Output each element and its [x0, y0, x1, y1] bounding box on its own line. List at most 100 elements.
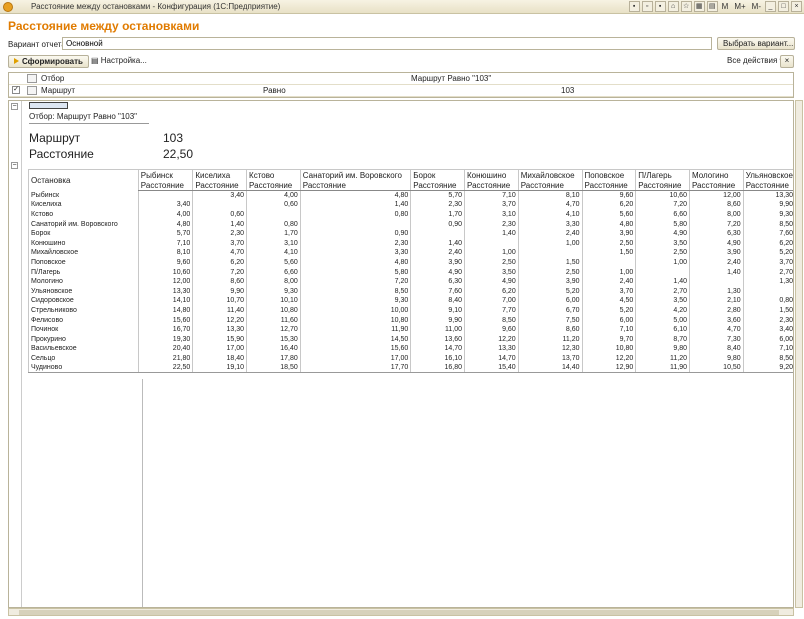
filter-checkbox[interactable]: ✓ [12, 86, 20, 94]
distance-cell: 4,90 [635, 228, 690, 239]
table-row[interactable]: Фелисово 15,60 12,20 11,60 10,80 9,90 8,50 7,50… [28, 315, 793, 325]
filter-value[interactable]: 103 [561, 86, 574, 95]
column-subheader: Расстояние [410, 180, 465, 191]
distance-cell: 9,60 [581, 190, 636, 201]
filter-head-row[interactable]: Отбор Маршрут Равно "103" [9, 73, 793, 85]
m-minus-label[interactable]: M- [750, 2, 763, 11]
distance-cell: 9,20 [742, 363, 793, 374]
column-subheader: Расстояние [742, 180, 793, 191]
table-row[interactable]: Сельцо 21,80 18,40 17,80 17,00 16,10 14,70 13,7… [28, 353, 793, 364]
distance-cell: 1,00 [635, 257, 690, 268]
table-row[interactable]: Сидоровское 14,10 10,70 10,10 9,30 8,40 7,00 6,… [28, 296, 793, 306]
generate-button[interactable]: Сформировать [8, 55, 89, 68]
close-form-button[interactable]: × [780, 55, 794, 68]
table-row[interactable]: Мологино 12,00 8,60 8,00 7,20 6,30 4,90 3,90 2,4… [28, 276, 793, 287]
distance-cell: 13,30 [192, 324, 247, 335]
table-row[interactable]: Санаторий им. Воровского 4,80 1,40 0,80 0,90… [28, 219, 793, 229]
maximize-icon[interactable]: □ [778, 1, 789, 12]
distance-cell: 1,30 [688, 286, 744, 297]
distance-cell: 4,50 [581, 296, 636, 306]
column-header: Мологино [688, 169, 744, 181]
table-row[interactable]: Прокурино 19,30 15,90 15,30 14,50 13,60 12,20 1… [28, 334, 793, 344]
collapse-icon[interactable]: − [11, 103, 18, 110]
distance-cell: 9,90 [742, 200, 793, 210]
star-icon[interactable]: ☆ [680, 1, 692, 12]
m-label[interactable]: M [720, 2, 731, 11]
table-row[interactable]: Поповское 9,60 6,20 5,60 4,80 3,90 2,50 1,50 1,0… [28, 257, 793, 268]
distance-cell: 4,10 [517, 209, 583, 220]
vertical-scrollbar[interactable] [795, 100, 803, 608]
distance-cell: 6,00 [517, 296, 583, 306]
distance-cell: 6,20 [581, 200, 636, 210]
filter-row[interactable]: ✓ Маршрут Равно 103 [9, 85, 793, 97]
filter-field[interactable]: Маршрут [41, 86, 75, 95]
variant-input[interactable] [62, 37, 712, 50]
distance-cell: 1,70 [246, 228, 301, 239]
distance-cell: 0,80 [246, 219, 301, 229]
distance-cell: 1,70 [410, 209, 465, 220]
column-subheader: Расстояние [192, 180, 247, 191]
distance-cell: 4,10 [246, 248, 301, 258]
settings-button[interactable]: ▤ Настройка... [86, 55, 152, 68]
distance-cell: 5,80 [635, 219, 690, 229]
distance-cell: 4,90 [410, 267, 465, 277]
table-row[interactable]: Киселиха 3,40 0,60 1,40 2,30 3,70 4,70 6,20 7,20… [28, 200, 793, 210]
m-plus-label[interactable]: M+ [732, 2, 747, 11]
table-header-row: Остановка Рыбинск Киселиха Кстово Санаторий … [28, 169, 793, 191]
home-icon[interactable]: ⌂ [667, 1, 679, 12]
calc-icon[interactable]: ▦ [693, 1, 705, 12]
distance-cell: 17,00 [192, 344, 247, 354]
table-row[interactable]: Рыбинск 3,40 4,00 4,80 5,70 7,10 8,10 9,60 10,60… [28, 190, 793, 201]
table-row[interactable]: П/Лагерь 10,60 7,20 6,60 5,80 4,90 3,50 2,50 1,0… [28, 267, 793, 277]
horizontal-scrollbar[interactable] [8, 608, 794, 616]
table-row[interactable]: Кстово 4,00 0,60 0,80 1,70 3,10 4,10 5,60 6,60 8,… [28, 209, 793, 220]
divider [29, 123, 149, 124]
distance-cell: 1,00 [464, 248, 519, 258]
distance-cell: 3,40 [192, 190, 247, 201]
distance-cell: 7,60 [742, 228, 793, 239]
table-row[interactable]: Чудиново 22,50 19,10 18,50 17,70 16,80 15,40 14… [28, 363, 793, 374]
minimize-icon[interactable]: _ [765, 1, 776, 12]
preview-icon[interactable]: ▪ [654, 1, 666, 12]
distance-cell: 3,60 [688, 315, 744, 325]
distance-cell: 10,70 [192, 296, 247, 306]
distance-cell: 6,20 [742, 238, 793, 249]
table-row[interactable]: Конюшино 7,10 3,70 3,10 2,30 1,40 1,00 2,50 3,50… [28, 238, 793, 249]
selected-cell[interactable] [29, 102, 68, 109]
distance-cell: 11,90 [299, 324, 411, 335]
close-icon[interactable]: × [791, 1, 802, 12]
distance-cell: 2,40 [581, 276, 636, 287]
distance-cell: 3,70 [742, 257, 793, 268]
distance-cell: 5,70 [410, 190, 465, 201]
distance-cell: 8,50 [299, 286, 411, 297]
table-row[interactable]: Васильевское 20,40 17,00 16,40 15,60 14,70 13,… [28, 344, 793, 354]
table-row[interactable]: Стрельниково 14,80 11,40 10,80 10,00 9,10 7,70… [28, 305, 793, 316]
stop-name: Поповское [28, 257, 139, 268]
table-row[interactable]: Борок 5,70 2,30 1,70 0,90 1,40 2,40 3,90 4,90 6,3… [28, 228, 793, 239]
distance-cell: 4,00 [137, 209, 193, 220]
report-area[interactable]: − − Отбор: Маршрут Равно "103" Маршрут 1… [8, 100, 794, 608]
scroll-thumb[interactable] [19, 610, 779, 615]
distance-cell: 3,90 [410, 257, 465, 268]
all-actions-button[interactable]: Все действия ▾ [722, 55, 789, 68]
distance-cell: 5,20 [742, 248, 793, 258]
table-row[interactable]: Михайловское 8,10 4,70 4,10 3,30 2,40 1,00 1,50… [28, 248, 793, 258]
collapse-table-icon[interactable]: − [11, 162, 18, 169]
distance-cell: 12,20 [581, 353, 636, 364]
field-icon [27, 86, 37, 95]
distance-cell: 6,10 [635, 324, 690, 335]
distance-cell: 15,40 [464, 363, 519, 374]
distance-cell: 0,60 [192, 209, 247, 220]
filter-condition[interactable]: Равно [263, 86, 286, 95]
distance-cell: 2,40 [688, 257, 744, 268]
print-icon[interactable]: ▫ [641, 1, 653, 12]
distance-cell: 4,80 [137, 219, 193, 229]
distance-cell: 8,60 [517, 324, 583, 335]
distance-cell: 6,00 [581, 315, 636, 325]
table-row[interactable]: Починок 16,70 13,30 12,70 11,90 11,00 9,60 8,60… [28, 324, 793, 335]
calendar-icon[interactable]: ▤ [706, 1, 718, 12]
column-subheader: Расстояние [581, 180, 636, 191]
select-variant-button[interactable]: Выбрать вариант... [717, 37, 795, 50]
table-row[interactable]: Ульяновское 13,30 9,90 9,30 8,50 7,60 6,20 5,20… [28, 286, 793, 297]
save-icon[interactable]: ▪ [628, 1, 640, 12]
